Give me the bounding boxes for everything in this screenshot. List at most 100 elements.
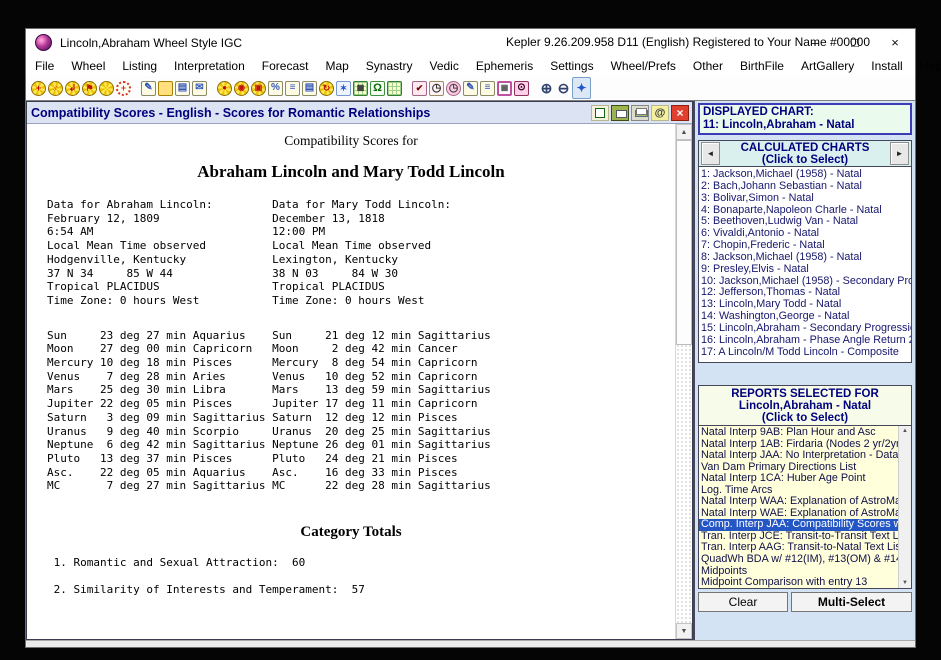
menu-item[interactable]: Help — [920, 59, 941, 73]
report-list-item[interactable]: Natal Interp JAA: No Interpretation - Da… — [699, 450, 898, 462]
category-totals-block: 1. Romantic and Sexual Attraction: 60 2.… — [47, 556, 675, 597]
window-title: Lincoln,Abraham Wheel Style IGC — [60, 36, 242, 50]
wheel-mars-icon[interactable]: ♂ — [47, 78, 64, 98]
report-title: Compatibility Scores - English - Scores … — [31, 106, 589, 120]
zoom-in-icon[interactable]: ⊕ — [538, 78, 555, 98]
report-list-item[interactable]: Natal Interp 1CA: Huber Age Point — [699, 473, 898, 485]
triwheel-icon[interactable]: ◉ — [233, 78, 250, 98]
reports-selected-header: REPORTS SELECTED FOR Lincoln,Abraham - N… — [698, 385, 912, 425]
reports-selected-hint: (Click to Select) — [699, 412, 911, 424]
toolbar-separator — [132, 78, 140, 98]
select-reports-check-icon[interactable]: ✔ — [411, 78, 428, 98]
calculated-charts-title: CALCULATED CHARTS — [722, 142, 888, 154]
art-wheel-icon[interactable]: ▦ — [352, 78, 369, 98]
report-text: Compatibility Scores for Abraham Lincoln… — [27, 124, 675, 639]
pointer-compass-icon[interactable]: ✦ — [572, 77, 591, 99]
ephemeris-grid-icon[interactable] — [386, 78, 403, 98]
report-list-item[interactable]: QuadWh BDA w/ #12(IM), #13(OM) & #14(C — [699, 554, 898, 566]
progressed-clock-icon[interactable]: ◷ — [445, 78, 462, 98]
clear-button[interactable]: Clear — [698, 592, 788, 612]
multi-select-button[interactable]: Multi-Select — [791, 592, 912, 612]
wheel-return-icon[interactable]: ↲ — [64, 78, 81, 98]
menu-item[interactable]: Forecast — [262, 59, 309, 73]
open-file-icon[interactable] — [157, 78, 174, 98]
toolbar-separator — [208, 78, 216, 98]
menu-item[interactable]: Wheel — [71, 59, 105, 73]
wheel-flag-icon[interactable]: ⚑ — [81, 78, 98, 98]
search-wheel-icon[interactable]: ⊙ — [513, 78, 530, 98]
chart-list-item[interactable]: 9: Presley,Elvis - Natal — [701, 264, 911, 276]
menu-item[interactable]: Other — [693, 59, 723, 73]
menu-item[interactable]: Settings — [550, 59, 593, 73]
content-area: Compatibility Scores - English - Scores … — [26, 100, 915, 640]
report-list-item[interactable]: Natal Interp 9AB: Plan Hour and Asc — [699, 427, 898, 439]
menu-item[interactable]: Vedic — [429, 59, 458, 73]
edit-report-icon[interactable]: ✎ — [462, 78, 479, 98]
charts-next-button[interactable]: ► — [890, 142, 909, 165]
menu-item[interactable]: Synastry — [366, 59, 413, 73]
app-window: Lincoln,Abraham Wheel Style IGC Kepler 9… — [25, 28, 916, 648]
chart-list-item[interactable]: 3: Bolivar,Simon - Natal — [701, 193, 911, 205]
displayed-chart-label: DISPLAYED CHART: — [703, 106, 907, 119]
copy-pages-icon[interactable]: ▤ — [301, 78, 318, 98]
menu-item[interactable]: BirthFile — [740, 59, 784, 73]
grid-calendar-icon[interactable]: ▦ — [496, 78, 513, 98]
report-list-item[interactable]: Midpoint Comparison with entry 13 — [699, 577, 898, 588]
report-names-heading: Abraham Lincoln and Mary Todd Lincoln — [27, 162, 675, 182]
wheel-target-icon[interactable]: + — [115, 78, 132, 98]
chart-list-item[interactable]: 17: A Lincoln/M Todd Lincoln - Composite — [701, 347, 911, 359]
scroll-up-icon[interactable]: ▲ — [676, 124, 692, 140]
reports-list-box: Natal Interp 9AB: Plan Hour and Asc Natal… — [698, 425, 912, 589]
biwheel-icon[interactable]: ● — [216, 78, 233, 98]
report-panel: Compatibility Scores - English - Scores … — [26, 101, 693, 640]
report-title-bar: Compatibility Scores - English - Scores … — [27, 102, 692, 124]
scroll-down-icon[interactable]: ▼ — [676, 623, 692, 639]
chart-sidebar: DISPLAYED CHART: 11: Lincoln,Abraham - N… — [693, 101, 915, 640]
wheel-new-icon[interactable]: + — [30, 78, 47, 98]
rectify-percent-icon[interactable]: % — [267, 78, 284, 98]
app-version-text: Kepler 9.26.209.958 D11 (English) Regist… — [506, 35, 870, 49]
text-listing-icon[interactable]: ≡ — [479, 78, 496, 98]
toolbar: +♂↲⚑+✎▤✉●◉▣%≡▤↻✶▦Ω✔◷◷✎≡▦⊙⊕⊖✦ — [26, 76, 915, 100]
compass-search-icon[interactable]: ✶ — [335, 78, 352, 98]
document-scrollbar[interactable]: ▲ ▼ — [675, 124, 692, 639]
chart-list-item[interactable]: 8: Jackson,Michael (1958) - Natal — [701, 252, 911, 264]
reports-scrollbar[interactable]: ▲ ▼ — [898, 426, 911, 588]
email-report-icon[interactable]: @ — [651, 105, 669, 121]
copy-chart-icon[interactable]: ▣ — [250, 78, 267, 98]
menu-item[interactable]: Interpretation — [174, 59, 245, 73]
scrollbar-thumb[interactable] — [676, 140, 692, 345]
list-report-icon[interactable]: ≡ — [284, 78, 301, 98]
reports-selected-chart: Lincoln,Abraham - Natal — [699, 400, 911, 412]
email-icon[interactable]: ✉ — [191, 78, 208, 98]
edit-birth-data-icon[interactable]: ✎ — [140, 78, 157, 98]
report-heading: Compatibility Scores for — [27, 133, 675, 149]
charts-prev-button[interactable]: ◄ — [701, 142, 720, 165]
print-icon[interactable]: ▤ — [174, 78, 191, 98]
reports-scroll-up-icon[interactable]: ▲ — [902, 428, 908, 434]
copy-report-icon[interactable] — [591, 105, 609, 121]
menu-item[interactable]: Wheel/Prefs — [611, 59, 676, 73]
print-report-icon[interactable] — [631, 105, 649, 121]
rotate-wheel-icon[interactable]: ↻ — [318, 78, 335, 98]
menu-item[interactable]: Install — [871, 59, 902, 73]
menu-item[interactable]: Ephemeris — [476, 59, 533, 73]
menu-item[interactable]: File — [35, 59, 54, 73]
zoom-out-icon[interactable]: ⊖ — [555, 78, 572, 98]
chart-list-item[interactable]: 2: Bach,Johann Sebastian - Natal — [701, 181, 911, 193]
close-button[interactable]: × — [875, 35, 915, 50]
reports-scroll-down-icon[interactable]: ▼ — [902, 580, 908, 586]
menu-item[interactable]: ArtGallery — [801, 59, 854, 73]
displayed-chart-value: 11: Lincoln,Abraham - Natal — [703, 119, 907, 132]
wheel-style-icon[interactable] — [98, 78, 115, 98]
clock-now-icon[interactable]: ◷ — [428, 78, 445, 98]
menu-item[interactable]: Listing — [122, 59, 157, 73]
calculated-charts-header: ◄ CALCULATED CHARTS (Click to Select) ► — [698, 140, 912, 167]
close-report-icon[interactable]: × — [671, 105, 689, 121]
chart-list-item[interactable]: 16: Lincoln,Abraham - Phase Angle Return… — [701, 335, 911, 347]
report-document: Compatibility Scores for Abraham Lincoln… — [27, 124, 692, 639]
menu-item[interactable]: Map — [325, 59, 348, 73]
reports-selected-title: REPORTS SELECTED FOR — [699, 388, 911, 400]
save-report-icon[interactable] — [611, 105, 629, 121]
vedic-om-icon[interactable]: Ω — [369, 78, 386, 98]
